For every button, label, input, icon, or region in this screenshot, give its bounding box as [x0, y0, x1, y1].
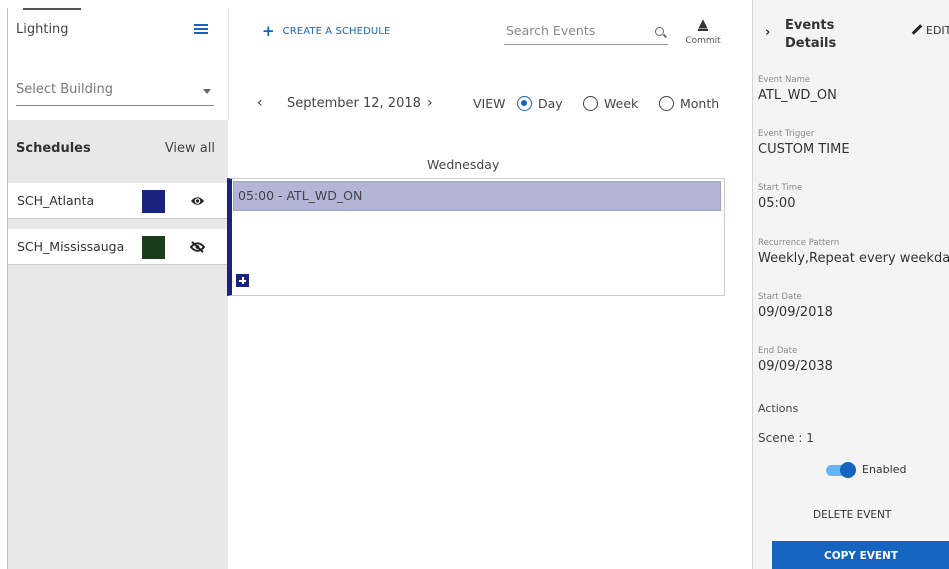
- day-calendar: 05:00 - ATL_WD_ON: [227, 178, 725, 296]
- scene-label: Scene : 1: [758, 431, 814, 445]
- list-icon[interactable]: [194, 24, 208, 35]
- field-event-trigger: Event Trigger CUSTOM TIME: [758, 129, 949, 157]
- building-select[interactable]: Select Building: [16, 78, 214, 106]
- view-label: VIEW: [473, 96, 506, 111]
- field-value: Weekly,Repeat every weekda: [758, 251, 949, 266]
- schedules-header: Schedules View all: [8, 127, 229, 171]
- view-radio-label: Month: [680, 96, 720, 111]
- field-value: 05:00: [758, 196, 796, 211]
- chevron-down-icon: [203, 89, 211, 94]
- chevron-right-icon[interactable]: ›: [427, 95, 433, 111]
- add-event-icon[interactable]: [236, 274, 249, 287]
- search-box: [504, 21, 668, 45]
- pencil-icon: [911, 24, 923, 35]
- radio-icon: [659, 96, 674, 111]
- field-key: Start Date: [758, 292, 802, 302]
- field-start-date: Start Date 09/09/2018: [758, 292, 949, 320]
- radio-icon: [583, 96, 598, 111]
- edit-button[interactable]: EDIT: [911, 24, 949, 37]
- field-key: Event Trigger: [758, 129, 815, 139]
- day-name: Wednesday: [427, 157, 500, 172]
- chevron-left-icon[interactable]: ‹: [257, 95, 263, 111]
- app-title: Lighting: [16, 22, 69, 37]
- schedules-title: Schedules: [16, 141, 91, 156]
- create-schedule-label: CREATE A SCHEDULE: [282, 26, 391, 37]
- sidebar: Lighting Select Building Schedules View …: [7, 8, 229, 569]
- field-key: Event Name: [758, 75, 811, 85]
- view-all-link[interactable]: View all: [165, 141, 215, 156]
- schedule-row-atlanta[interactable]: SCH_Atlanta: [8, 183, 229, 219]
- active-tab-indicator: [23, 8, 81, 10]
- eye-off-icon[interactable]: [190, 241, 205, 253]
- calendar-event[interactable]: 05:00 - ATL_WD_ON: [233, 181, 721, 211]
- field-value: 09/09/2038: [758, 359, 833, 374]
- building-select-placeholder: Select Building: [16, 82, 113, 97]
- field-recurrence: Recurrence Pattern Weekly,Repeat every w…: [758, 238, 949, 266]
- sidebar-header: Lighting Select Building: [8, 8, 229, 120]
- left-border: [7, 8, 8, 569]
- enabled-toggle[interactable]: [826, 462, 856, 478]
- search-input[interactable]: [506, 23, 636, 38]
- edit-label: EDIT: [926, 24, 949, 37]
- field-event-name: Event Name ATL_WD_ON: [758, 75, 949, 103]
- commit-button[interactable]: ▲ Commit: [683, 16, 723, 47]
- schedule-color-swatch[interactable]: [142, 236, 165, 259]
- field-end-date: End Date 09/09/2038: [758, 346, 949, 374]
- field-value: 09/09/2018: [758, 305, 833, 320]
- commit-label: Commit: [685, 36, 721, 46]
- copy-event-button[interactable]: COPY EVENT: [772, 541, 949, 569]
- toggle-label: Enabled: [862, 463, 907, 476]
- chevron-right-icon[interactable]: ›: [765, 25, 770, 40]
- upload-icon: ▲: [698, 16, 708, 30]
- delete-event-button[interactable]: DELETE EVENT: [813, 509, 891, 521]
- field-value: CUSTOM TIME: [758, 142, 850, 157]
- actions-label: Actions: [758, 402, 799, 415]
- field-key: Start Time: [758, 183, 803, 193]
- field-value: ATL_WD_ON: [758, 88, 837, 103]
- field-start-time: Start Time 05:00: [758, 183, 949, 211]
- current-date: September 12, 2018: [287, 96, 421, 111]
- schedule-row-mississauga[interactable]: SCH_Mississauga: [8, 229, 229, 265]
- schedule-color-swatch[interactable]: [142, 190, 165, 213]
- plus-icon: +: [262, 22, 275, 40]
- calendar-event-label: 05:00 - ATL_WD_ON: [238, 188, 363, 203]
- field-key: End Date: [758, 346, 798, 356]
- create-schedule-button[interactable]: + CREATE A SCHEDULE: [262, 22, 390, 40]
- search-icon[interactable]: [655, 27, 664, 36]
- radio-selected-icon: [517, 96, 532, 111]
- view-radio-label: Day: [538, 96, 563, 111]
- eye-icon[interactable]: [190, 195, 205, 207]
- view-radio-label: Week: [604, 96, 639, 111]
- details-title: Events Details: [785, 18, 837, 51]
- event-details-panel: › Events Details EDIT Event Name ATL_WD_…: [752, 0, 949, 569]
- schedule-name: SCH_Mississauga: [17, 239, 125, 254]
- field-key: Recurrence Pattern: [758, 238, 840, 248]
- schedule-name: SCH_Atlanta: [17, 193, 95, 208]
